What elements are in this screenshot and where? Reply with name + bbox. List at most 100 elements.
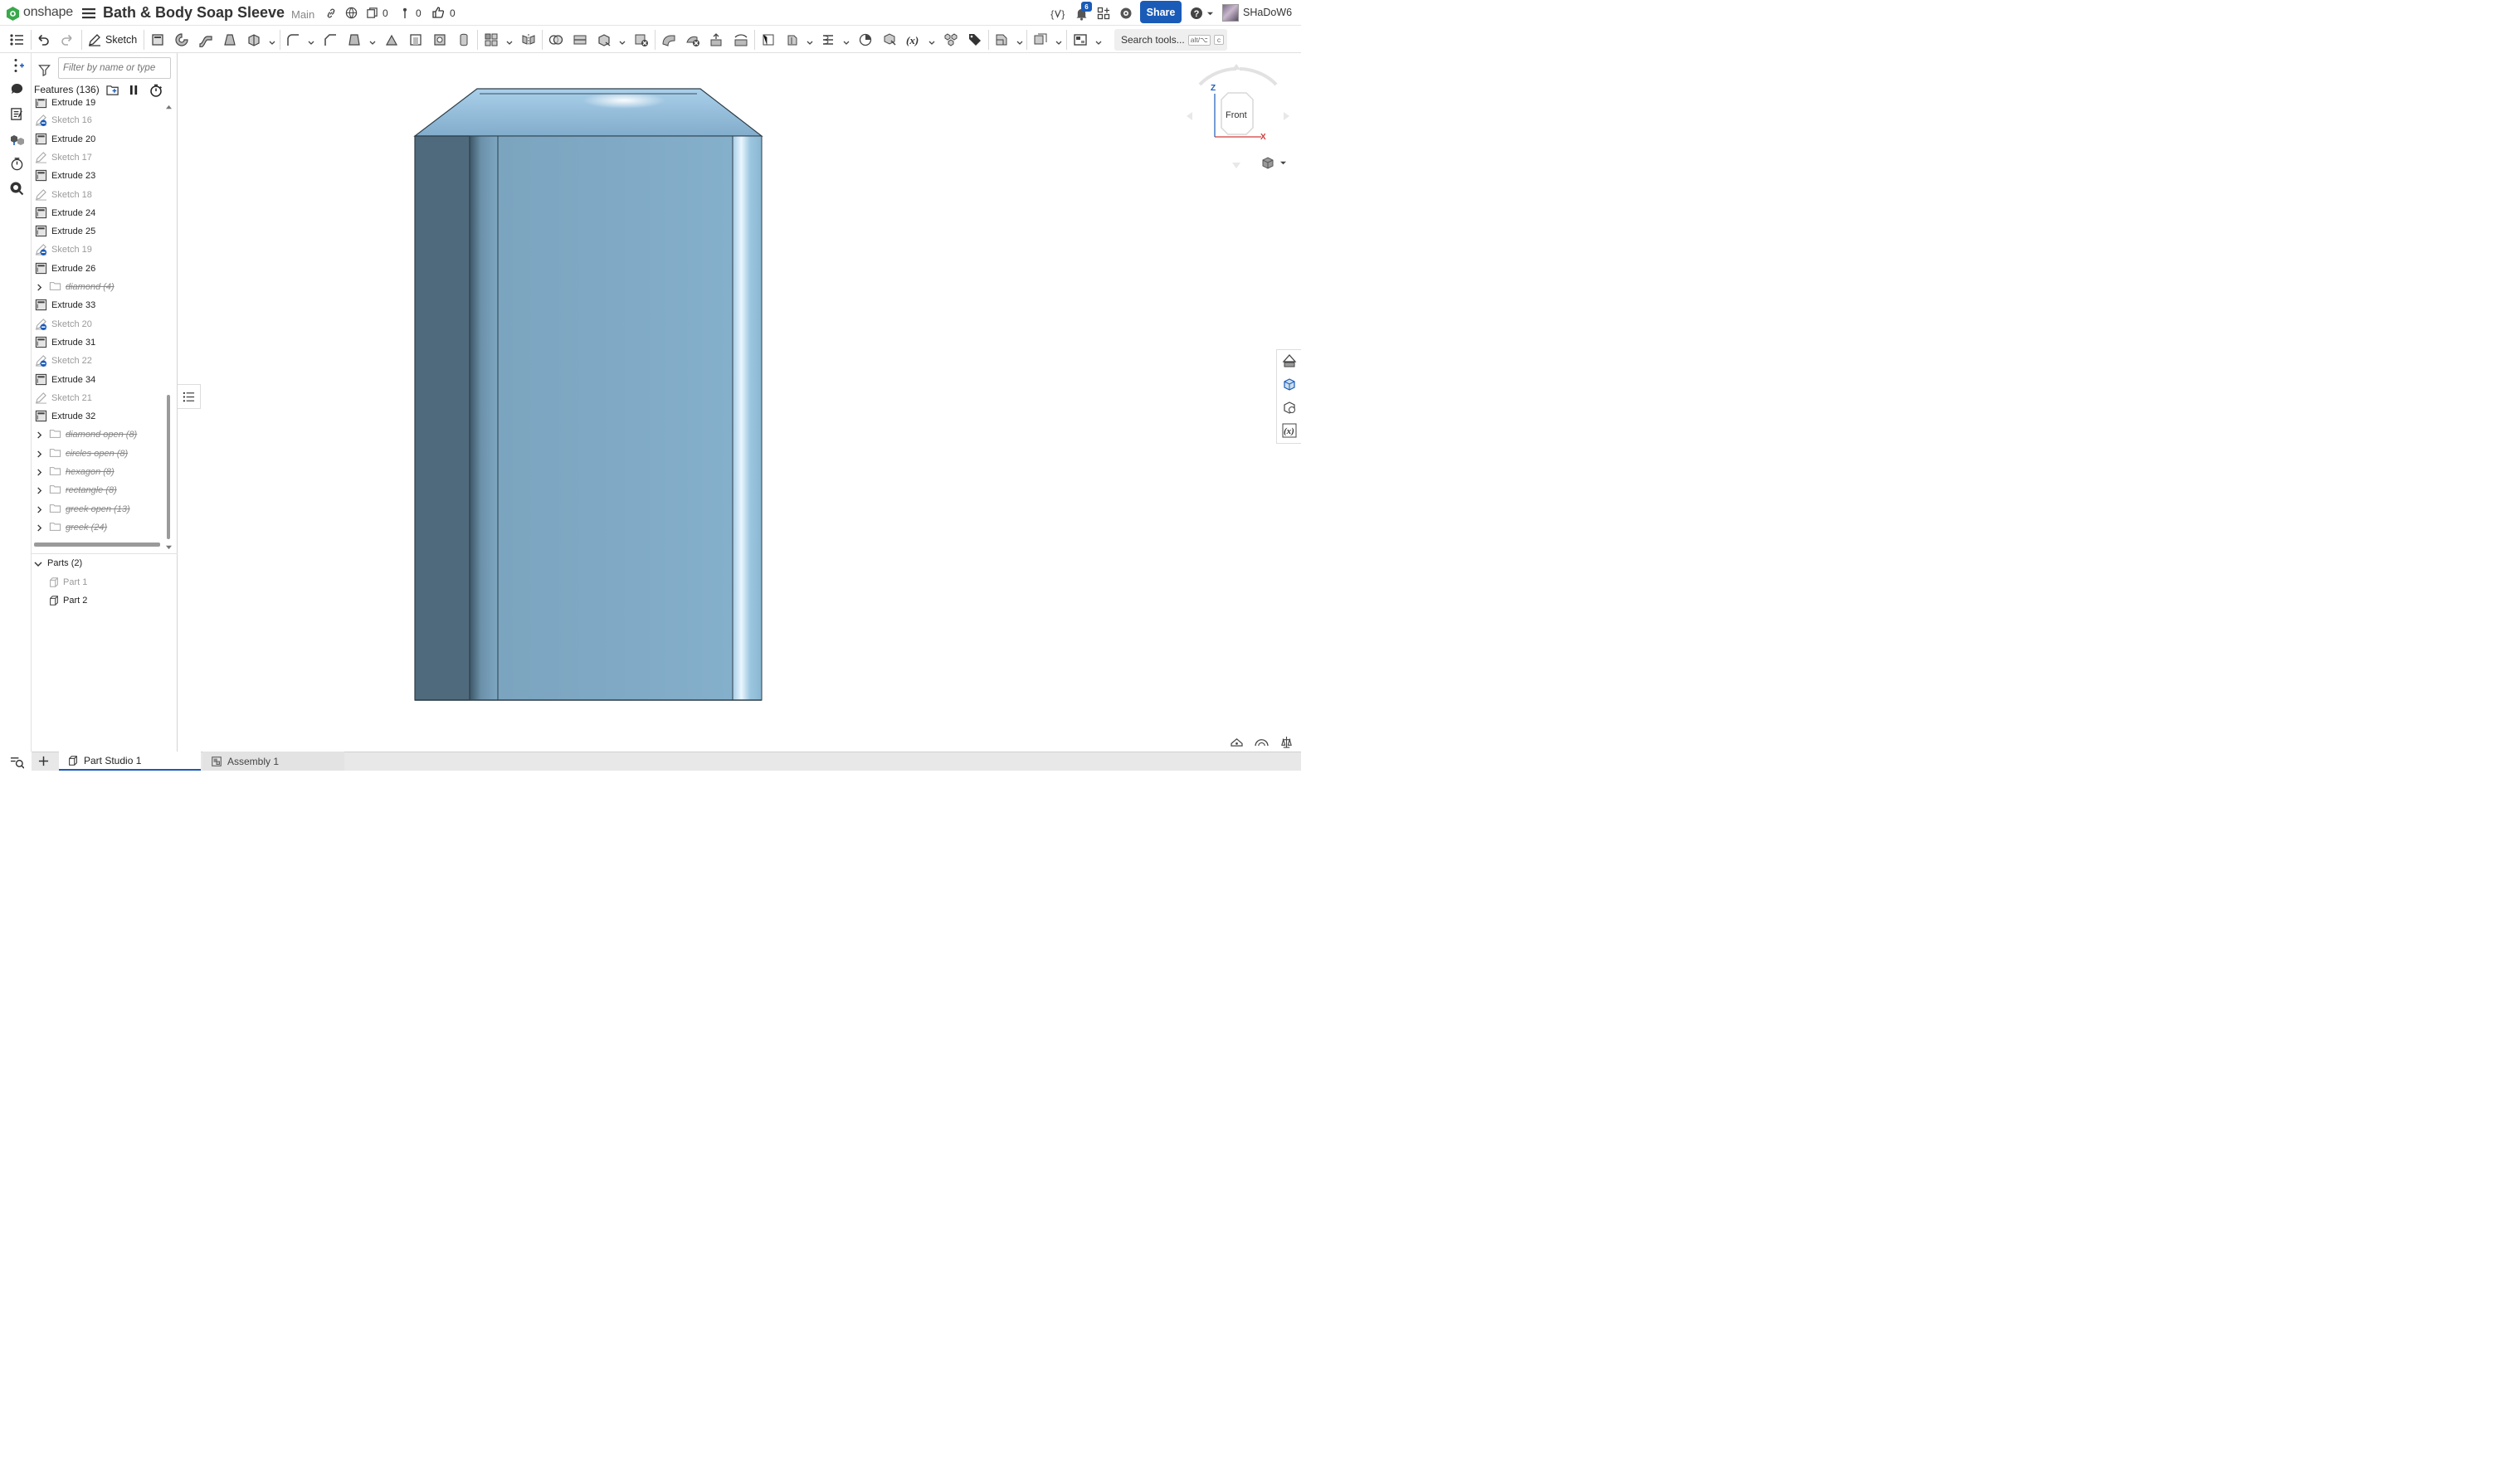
appearance-panel-icon[interactable]: [1280, 352, 1299, 370]
feature-item[interactable]: Extrude 33: [32, 296, 164, 314]
view-options-icon[interactable]: [1260, 155, 1275, 170]
chevron-right-icon[interactable]: [32, 450, 46, 458]
feature-item[interactable]: Sketch 19: [32, 241, 164, 259]
app-store-icon[interactable]: [1096, 6, 1111, 21]
search-document-icon[interactable]: [7, 753, 26, 770]
branch-icon[interactable]: [399, 6, 411, 20]
like-icon[interactable]: [431, 5, 446, 20]
chevron-down-icon[interactable]: [619, 36, 626, 45]
undo-icon[interactable]: [34, 31, 52, 49]
feature-folder[interactable]: greek (24): [32, 518, 164, 537]
chevron-right-icon[interactable]: [32, 523, 46, 532]
chevron-down-icon[interactable]: [807, 36, 813, 45]
move-face-icon[interactable]: [708, 31, 726, 49]
display-states-icon[interactable]: [880, 31, 899, 49]
horizontal-scrollbar-thumb[interactable]: [34, 543, 160, 547]
feature-item[interactable]: Extrude 24: [32, 204, 164, 222]
render-studio-icon[interactable]: [1280, 375, 1299, 393]
thicken-icon[interactable]: [245, 31, 263, 49]
feature-item[interactable]: Sketch 17: [32, 148, 164, 167]
feature-folder[interactable]: hexagon (8): [32, 463, 164, 481]
feature-item[interactable]: Extrude 20: [32, 130, 164, 148]
surface-icon[interactable]: [1031, 31, 1050, 49]
tab-part-studio[interactable]: Part Studio 1: [59, 752, 201, 771]
plane-icon[interactable]: [759, 31, 777, 49]
parts-header[interactable]: Parts (2): [47, 558, 82, 568]
loft-icon[interactable]: [221, 31, 239, 49]
vertical-scrollbar-thumb[interactable]: [167, 395, 170, 539]
tab-assembly[interactable]: Assembly 1: [202, 752, 344, 771]
avatar[interactable]: [1222, 4, 1239, 22]
onshape-logo[interactable]: [5, 5, 20, 22]
delete-face-icon[interactable]: [684, 31, 702, 49]
chevron-down-icon[interactable]: [506, 36, 513, 45]
chevron-right-icon[interactable]: [32, 486, 46, 494]
globe-icon[interactable]: [344, 6, 358, 20]
feature-folder[interactable]: rectangle (8): [32, 481, 164, 499]
tag-icon[interactable]: [966, 31, 984, 49]
measure-panel-icon[interactable]: [1253, 734, 1270, 749]
feature-item[interactable]: Sketch 21: [32, 389, 164, 407]
document-title[interactable]: Bath & Body Soap Sleeve: [103, 4, 285, 22]
fillet-icon[interactable]: [284, 31, 302, 49]
feature-folder[interactable]: diamond (4): [32, 278, 164, 296]
feature-item[interactable]: Extrude 34: [32, 371, 164, 389]
section-view-icon[interactable]: [7, 179, 26, 197]
feature-filter-input[interactable]: [58, 57, 171, 79]
chevron-down-icon[interactable]: [1016, 36, 1023, 45]
share-button[interactable]: Share: [1140, 1, 1182, 23]
chevron-down-icon[interactable]: [308, 36, 314, 45]
part-list-item[interactable]: Part 2: [48, 592, 164, 609]
sweep-icon[interactable]: [197, 31, 215, 49]
chevron-down-icon[interactable]: [369, 36, 376, 45]
chevron-down-icon[interactable]: [1279, 159, 1286, 166]
part-list-item[interactable]: Part 1: [48, 574, 164, 591]
redo-icon[interactable]: [58, 31, 76, 49]
delete-part-icon[interactable]: [632, 31, 651, 49]
notes-icon[interactable]: [7, 105, 26, 123]
feature-folder[interactable]: circles open (8): [32, 445, 164, 463]
draft-icon[interactable]: [345, 31, 363, 49]
feature-folder[interactable]: diamond open (8): [32, 426, 164, 444]
username[interactable]: SHaDoW6: [1243, 7, 1292, 18]
revolve-icon[interactable]: [173, 31, 191, 49]
versions-icon[interactable]: [365, 6, 379, 20]
chevron-down-icon[interactable]: [843, 36, 850, 45]
cylinder-icon[interactable]: [455, 31, 473, 49]
helix-icon[interactable]: [819, 31, 837, 49]
boolean-icon[interactable]: [547, 31, 565, 49]
history-icon[interactable]: [7, 154, 26, 173]
rib-icon[interactable]: [383, 31, 401, 49]
chevron-right-icon[interactable]: [32, 505, 46, 513]
shell-icon[interactable]: [407, 31, 425, 49]
chevron-down-icon[interactable]: [1095, 36, 1102, 45]
linear-pattern-icon[interactable]: [482, 31, 500, 49]
scroll-down-arrow[interactable]: [165, 543, 172, 550]
mass-properties-icon[interactable]: [1228, 734, 1245, 749]
mirror-icon[interactable]: [519, 31, 538, 49]
chevron-down-icon[interactable]: [928, 36, 935, 45]
chevron-right-icon[interactable]: [32, 468, 46, 476]
chevron-down-icon[interactable]: [269, 36, 275, 45]
mate-connector-icon[interactable]: [783, 31, 802, 49]
feature-item[interactable]: Sketch 22: [32, 352, 164, 370]
branch-label[interactable]: Main: [291, 8, 314, 21]
units-icon[interactable]: [1278, 733, 1294, 750]
split-icon[interactable]: [571, 31, 589, 49]
chevron-right-icon[interactable]: [32, 431, 46, 439]
feature-list-toggle-icon[interactable]: [178, 384, 201, 409]
sheet-metal-icon[interactable]: [992, 31, 1011, 49]
chevron-right-icon[interactable]: [32, 283, 46, 291]
chamfer-icon[interactable]: [321, 31, 339, 49]
parts-list-icon[interactable]: [7, 130, 26, 148]
feature-item[interactable]: Sketch 18: [32, 186, 164, 204]
comments-icon[interactable]: [7, 80, 26, 98]
rollback-timer-icon[interactable]: [149, 83, 163, 97]
feature-list-icon[interactable]: [7, 31, 26, 49]
filter-icon[interactable]: [37, 62, 51, 77]
feature-item[interactable]: Sketch 20: [32, 315, 164, 333]
sketch-button[interactable]: Sketch: [85, 30, 139, 50]
chevron-down-icon[interactable]: [33, 559, 43, 569]
chevron-down-icon[interactable]: [1055, 36, 1062, 45]
extrude-icon[interactable]: [149, 31, 167, 49]
